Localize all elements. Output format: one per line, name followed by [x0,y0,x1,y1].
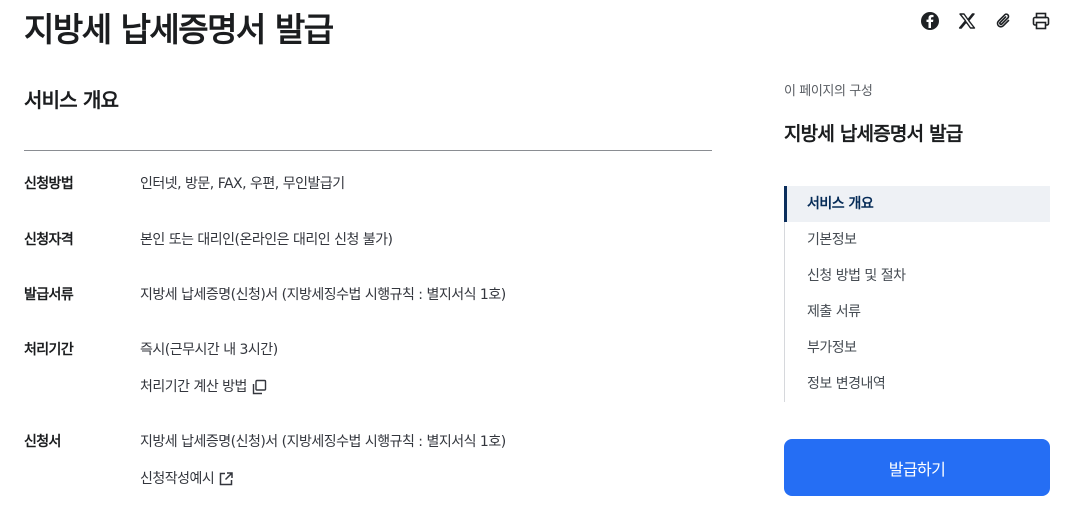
info-row-processing: 처리기간 즉시(근무시간 내 3시간) 처리기간 계산 방법 [24,338,712,399]
toc-caption: 이 페이지의 구성 [784,84,873,99]
toc-item-overview[interactable]: 서비스 개요 [784,186,1050,222]
toc-title: 지방세 납세증명서 발급 [784,123,963,145]
info-value: 즉시(근무시간 내 3시간) [140,342,278,358]
section-title: 서비스 개요 [24,88,119,112]
processing-calc-link[interactable]: 처리기간 계산 방법 [140,375,267,399]
x-icon[interactable] [957,11,977,31]
info-row-eligibility: 신청자격 본인 또는 대리인(온라인은 대리인 신청 불가) [24,228,712,252]
info-label: 발급서류 [24,287,74,303]
print-icon[interactable] [1031,11,1051,31]
info-row-application: 신청서 지방세 납세증명(신청)서 (지방세징수법 시행규칙 : 별지서식 1호… [24,430,712,491]
application-example-link[interactable]: 신청작성예시 [140,467,234,491]
page-title: 지방세 납세증명서 발급 [24,10,334,49]
toc-item-basic-info[interactable]: 기본정보 [785,222,1050,258]
info-label: 신청자격 [24,232,74,248]
toc-item-additional-info[interactable]: 부가정보 [785,330,1050,366]
issue-button[interactable]: 발급하기 [784,439,1050,496]
external-link-icon [220,472,234,486]
facebook-icon[interactable] [920,11,940,31]
toc-item-documents[interactable]: 제출 서류 [785,294,1050,330]
application-example-link-label: 신청작성예시 [140,471,215,487]
info-value: 지방세 납세증명(신청)서 (지방세징수법 시행규칙 : 별지서식 1호) [140,287,506,303]
toc-list: 서비스 개요 기본정보 신청 방법 및 절차 제출 서류 부가정보 정보 변경내… [784,186,1050,402]
toc-item-procedure[interactable]: 신청 방법 및 절차 [785,258,1050,294]
section-divider [24,150,712,151]
info-row-method: 신청방법 인터넷, 방문, FAX, 우편, 무인발급기 [24,172,712,196]
copy-icon [252,379,267,395]
info-value: 지방세 납세증명(신청)서 (지방세징수법 시행규칙 : 별지서식 1호) [140,434,506,450]
processing-calc-link-label: 처리기간 계산 방법 [140,379,247,395]
info-value: 인터넷, 방문, FAX, 우편, 무인발급기 [140,176,345,192]
clip-link-icon[interactable] [994,11,1014,31]
service-info-table: 신청방법 인터넷, 방문, FAX, 우편, 무인발급기 신청자격 본인 또는 … [24,172,712,491]
toc-item-change-history[interactable]: 정보 변경내역 [785,366,1050,402]
info-row-document: 발급서류 지방세 납세증명(신청)서 (지방세징수법 시행규칙 : 별지서식 1… [24,283,712,307]
share-toolbar [920,11,1051,31]
info-label: 처리기간 [24,342,74,358]
info-label: 신청서 [24,434,61,450]
info-label: 신청방법 [24,176,74,192]
info-value: 본인 또는 대리인(온라인은 대리인 신청 불가) [140,232,393,248]
